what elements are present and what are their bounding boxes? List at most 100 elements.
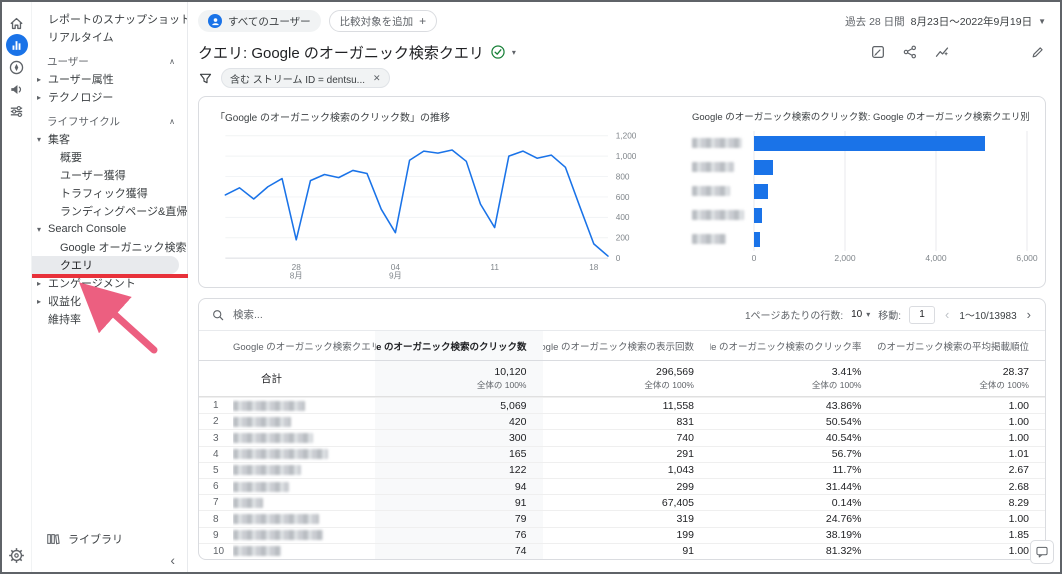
impressions-cell: 740 — [543, 430, 711, 445]
bar-chart: 02,0004,0006,000 — [692, 127, 1029, 281]
table-row: 15,06911,55843.86%1.00 — [199, 397, 1045, 413]
nav-home-icon[interactable] — [6, 12, 28, 34]
rail-items — [6, 12, 28, 122]
sidebar-item-label: Google オーガニック検索レ... — [60, 239, 187, 255]
sidebar-item-search-console[interactable]: ▾Search Console — [32, 220, 187, 238]
row-index: 2 — [199, 414, 233, 429]
avg-position-cell: 1.85 — [878, 528, 1046, 543]
nav-advertising-icon[interactable] — [6, 78, 28, 100]
nav-configure-icon[interactable] — [6, 100, 28, 122]
column-header-clicks[interactable]: ↓ Google のオーガニック検索のクリック数 — [375, 331, 543, 360]
sidebar-item-user-acquisition[interactable]: ユーザー獲得 — [32, 166, 187, 184]
table-row: 330074040.54%1.00 — [199, 429, 1045, 445]
sidebar-item-traffic-acquisition[interactable]: トラフィック獲得 — [32, 184, 187, 202]
chevron-right-icon[interactable]: ▸ — [37, 75, 41, 84]
column-header-ctr[interactable]: Google のオーガニック検索のクリック率 — [710, 331, 878, 360]
section-collapse-icon[interactable]: ∧ — [169, 57, 175, 66]
close-icon[interactable]: ✕ — [373, 73, 381, 84]
sidebar-item-google-organic-search-report[interactable]: Google オーガニック検索レ... — [32, 238, 187, 256]
filter-bar: 含む ストリーム ID = dentsu... ✕ — [198, 68, 1046, 88]
sidebar-item-acquisition[interactable]: ▾集客 — [32, 130, 187, 148]
audience-chip[interactable]: すべてのユーザー — [198, 10, 321, 32]
filter-chip[interactable]: 含む ストリーム ID = dentsu... ✕ — [221, 68, 390, 88]
impressions-cell: 67,405 — [543, 495, 711, 510]
customize-report-icon[interactable] — [870, 44, 886, 60]
sidebar-item-user-attributes[interactable]: ▸ユーザー属性 — [32, 70, 187, 88]
add-comparison-chip[interactable]: 比較対象を追加 + — [329, 10, 438, 32]
sidebar-item-technology[interactable]: ▸ テクノロジー — [32, 88, 187, 106]
feedback-button[interactable] — [1030, 540, 1054, 564]
insights-icon[interactable] — [934, 44, 950, 60]
column-header-impressions[interactable]: Google のオーガニック検索の表示回数 — [543, 331, 711, 360]
chevron-right-icon[interactable]: ▸ — [37, 93, 41, 102]
chevron-down-icon[interactable]: ▾ — [37, 135, 41, 144]
table-row: 79167,4050.14%8.29 — [199, 494, 1045, 510]
report-status-check-icon[interactable] — [490, 44, 506, 60]
chevron-down-icon: ▼ — [1038, 17, 1046, 26]
chevron-right-icon[interactable]: ▸ — [37, 279, 41, 288]
row-index: 9 — [199, 528, 233, 543]
avg-position-cell: 8.29 — [878, 495, 1046, 510]
sidebar-item-label: ユーザー獲得 — [60, 167, 126, 183]
row-index: 7 — [199, 495, 233, 510]
sidebar-item-retention[interactable]: 維持率 — [32, 310, 187, 328]
edit-icon[interactable] — [1030, 44, 1046, 60]
sidebar-section-lifecycle[interactable]: ライフサイクル∧ — [32, 112, 187, 130]
sidebar-section-user[interactable]: ユーザー∧ — [32, 52, 187, 70]
row-index: 5 — [199, 463, 233, 478]
ctr-cell: 81.32% — [710, 544, 878, 559]
row-index: 6 — [199, 479, 233, 494]
svg-text:28: 28 — [292, 262, 302, 271]
table-search-input[interactable]: 検索... — [211, 307, 263, 322]
bar-row — [692, 227, 1029, 251]
svg-text:8月: 8月 — [290, 271, 303, 280]
library-icon — [46, 532, 60, 546]
sidebar-item-label: レポートのスナップショット — [48, 11, 187, 27]
svg-text:400: 400 — [616, 213, 630, 222]
clicks-cell: 79 — [375, 511, 543, 526]
nav-explore-icon[interactable] — [6, 56, 28, 78]
nav-reports-icon[interactable] — [6, 34, 28, 56]
clicks-cell: 74 — [375, 544, 543, 559]
impressions-cell: 831 — [543, 414, 711, 429]
table-row: 87931924.76%1.00 — [199, 510, 1045, 526]
report-actions — [870, 44, 1046, 60]
title-chevron-down-icon[interactable]: ▾ — [512, 48, 516, 57]
column-header-query-label: Google のオーガニック検索クエリ — [233, 339, 375, 353]
sidebar-item-library[interactable]: ライブラリ — [32, 528, 187, 550]
gear-icon — [8, 547, 25, 564]
ctr-cell: 43.86% — [710, 398, 878, 413]
share-icon[interactable] — [902, 44, 918, 60]
next-page-icon[interactable]: › — [1025, 307, 1033, 322]
sidebar-item-label: リアルタイム — [48, 29, 114, 45]
goto-page-input[interactable]: 1 — [909, 306, 935, 324]
chevron-right-icon[interactable]: ▸ — [37, 297, 41, 306]
bar-row — [692, 131, 1029, 155]
section-collapse-icon[interactable]: ∧ — [169, 117, 175, 126]
date-range-picker[interactable]: 過去 28 日間 8月23日～2022年9月19日 ▼ — [845, 14, 1046, 29]
sidebar-item-monetization[interactable]: ▸収益化 — [32, 292, 187, 310]
sidebar-item-queries[interactable]: クエリ — [32, 256, 179, 274]
total-cell: 28.37全体の 100% — [878, 361, 1046, 396]
search-placeholder: 検索... — [233, 307, 263, 322]
table-row: 242083150.54%1.00 — [199, 413, 1045, 429]
chevron-down-icon: ▾ — [866, 310, 870, 319]
column-header-query[interactable]: Google のオーガニック検索クエリ ▾ + — [233, 331, 375, 360]
report-content: すべてのユーザー 比較対象を追加 + 過去 28 日間 8月23日～2022年9… — [188, 2, 1060, 572]
bar — [754, 208, 762, 223]
chevron-down-icon[interactable]: ▾ — [37, 225, 41, 234]
impressions-cell: 319 — [543, 511, 711, 526]
filter-funnel-icon[interactable] — [198, 71, 213, 86]
sidebar-collapse-button[interactable]: ‹ — [32, 550, 187, 570]
prev-page-icon[interactable]: ‹ — [943, 307, 951, 322]
admin-gear-icon[interactable] — [2, 547, 31, 564]
sidebar-item-landing-page[interactable]: ランディングページ&直帰... — [32, 202, 187, 220]
sidebar-item-label: テクノロジー — [48, 89, 113, 105]
sidebar-item-acquisition-overview[interactable]: 概要 — [32, 148, 187, 166]
column-header-avg-position[interactable]: Google のオーガニック検索の平均掲載順位 — [878, 331, 1046, 360]
data-table-panel: 検索... 1ページあたりの行数: 10 ▾ 移動: 1 ‹ 1～10/1398… — [198, 298, 1046, 560]
sidebar-item-report-snapshot[interactable]: レポートのスナップショット — [32, 10, 187, 28]
rows-per-page-select[interactable]: 10 ▾ — [851, 309, 870, 320]
sidebar-item-realtime[interactable]: リアルタイム — [32, 28, 187, 46]
library-label: ライブラリ — [68, 531, 123, 547]
